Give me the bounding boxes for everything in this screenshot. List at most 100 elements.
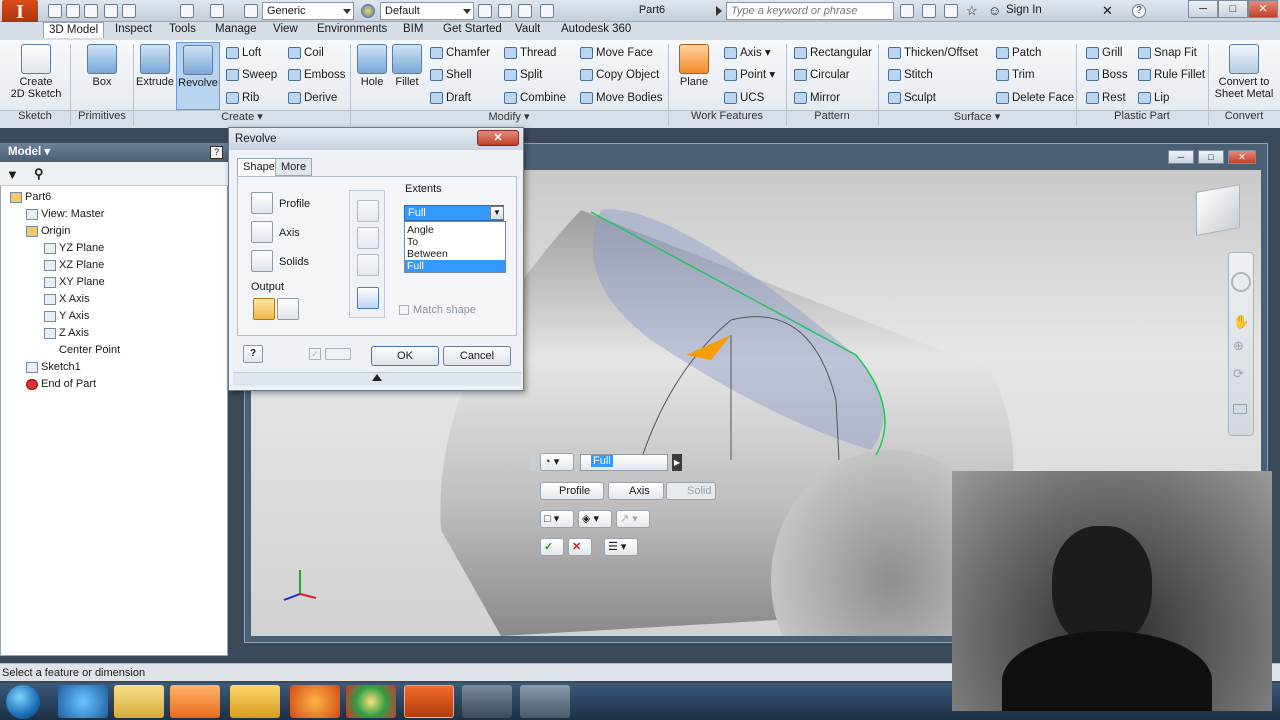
lip-button[interactable]: Lip <box>1136 89 1169 107</box>
maximize-button[interactable]: □ <box>1218 0 1248 18</box>
new-icon[interactable] <box>48 4 62 18</box>
tree-item-view-master[interactable]: View: Master <box>26 206 104 223</box>
graphics-minimize-button[interactable]: ─ <box>1168 150 1194 164</box>
tree-item-part6[interactable]: Part6 <box>10 189 51 206</box>
output-solid-icon[interactable] <box>253 298 275 320</box>
model-browser-header[interactable]: Model ▾ <box>0 143 228 162</box>
ok-check-icon[interactable]: ✓ <box>540 538 564 556</box>
hole-button[interactable]: Hole <box>355 44 389 88</box>
coil-button[interactable]: Coil <box>286 44 324 62</box>
rib-button[interactable]: Rib <box>224 89 259 107</box>
mini-axis-button[interactable]: Axis <box>608 482 664 500</box>
convert-sheet-metal-button[interactable]: Convert to Sheet Metal <box>1210 44 1278 100</box>
tab-view[interactable]: View <box>268 22 303 38</box>
rest-button[interactable]: Rest <box>1084 89 1126 107</box>
cancel-x-icon[interactable]: ✕ <box>568 538 592 556</box>
tree-item-xy-plane[interactable]: XY Plane <box>44 274 105 291</box>
taskbar-media-icon[interactable] <box>170 685 220 718</box>
panel-label-surface[interactable]: Surface ▾ <box>878 110 1076 123</box>
grill-button[interactable]: Grill <box>1084 44 1122 62</box>
thread-button[interactable]: Thread <box>502 44 556 62</box>
tree-item-yz-plane[interactable]: YZ Plane <box>44 240 104 257</box>
tree-item-z-axis[interactable]: Z Axis <box>44 325 89 342</box>
tools-icon[interactable] <box>922 4 936 18</box>
revolve-option-dropdown[interactable]: ◔ ▾ <box>540 453 574 471</box>
revolve-button[interactable]: Revolve <box>176 42 220 110</box>
patch-button[interactable]: Patch <box>994 44 1041 62</box>
apply-arrow-icon[interactable]: ▶ <box>672 454 682 471</box>
plane-button[interactable]: Plane <box>676 44 712 88</box>
expand-arrow-icon[interactable] <box>716 6 722 16</box>
fx-icon[interactable] <box>518 4 532 18</box>
taskbar-chrome-icon[interactable] <box>346 685 396 718</box>
chamfer-button[interactable]: Chamfer <box>428 44 490 62</box>
sign-in-link[interactable]: Sign In <box>1006 4 1042 16</box>
tab-tools[interactable]: Tools <box>164 22 201 38</box>
profile-select-icon[interactable] <box>251 192 273 214</box>
stitch-button[interactable]: Stitch <box>886 66 933 84</box>
look-at-icon[interactable] <box>1233 404 1247 414</box>
extrude-button[interactable]: Extrude <box>135 44 175 88</box>
tab-get-started[interactable]: Get Started <box>438 22 507 38</box>
app-menu-button[interactable]: I <box>2 0 38 24</box>
help-small-icon[interactable]: ? <box>210 146 223 159</box>
box-button[interactable]: Box <box>80 44 124 88</box>
customize-icon[interactable] <box>540 4 554 18</box>
option-to[interactable]: To <box>405 236 505 248</box>
loft-button[interactable]: Loft <box>224 44 261 62</box>
sweep-button[interactable]: Sweep <box>224 66 277 84</box>
trim-button[interactable]: Trim <box>994 66 1035 84</box>
fillet-button[interactable]: Fillet <box>390 44 424 88</box>
communication-icon[interactable] <box>944 4 958 18</box>
tree-item-xz-plane[interactable]: XZ Plane <box>44 257 104 274</box>
new-solid-icon[interactable] <box>357 287 379 309</box>
move-face-button[interactable]: Move Face <box>578 44 653 62</box>
circular-pattern-button[interactable]: Circular <box>792 66 850 84</box>
search-input[interactable]: Type a keyword or phrase <box>726 2 894 20</box>
snap-fit-button[interactable]: Snap Fit <box>1136 44 1197 62</box>
tab-vault[interactable]: Vault <box>510 22 545 38</box>
ucs-button[interactable]: UCS <box>722 89 764 107</box>
move-bodies-button[interactable]: Move Bodies <box>578 89 662 107</box>
emboss-button[interactable]: Emboss <box>286 66 346 84</box>
taskbar-app2-icon[interactable] <box>462 685 512 718</box>
tree-item-sketch1[interactable]: Sketch1 <box>26 359 81 376</box>
expand-up-icon[interactable] <box>372 374 382 381</box>
tab-autodesk-360[interactable]: Autodesk 360 <box>556 22 636 38</box>
filter-icon[interactable]: ▼ <box>6 167 19 182</box>
boss-button[interactable]: Boss <box>1084 66 1128 84</box>
tab-bim[interactable]: BIM <box>398 22 428 38</box>
start-button[interactable] <box>6 685 40 719</box>
extents-value-field[interactable]: Full <box>580 454 668 471</box>
point-button[interactable]: Point ▾ <box>722 66 775 84</box>
dropdown-arrow-icon[interactable]: ▼ <box>490 206 504 220</box>
more-options-dropdown[interactable]: ☰ ▾ <box>604 538 638 556</box>
mirror-button[interactable]: Mirror <box>792 89 840 107</box>
tree-item-x-axis[interactable]: X Axis <box>44 291 90 308</box>
material-select[interactable]: Generic <box>262 2 354 20</box>
split-button[interactable]: Split <box>502 66 542 84</box>
find-icon[interactable]: ⚲ <box>34 166 44 182</box>
redo-icon[interactable] <box>122 4 136 18</box>
combine-button[interactable]: Combine <box>502 89 566 107</box>
solids-select-icon[interactable] <box>251 250 273 272</box>
mini-profile-button[interactable]: Profile <box>540 482 604 500</box>
dialog-close-button[interactable]: ✕ <box>477 130 519 146</box>
panel-label-modify[interactable]: Modify ▾ <box>350 110 668 123</box>
axis-select-icon[interactable] <box>251 221 273 243</box>
rectangular-pattern-button[interactable]: Rectangular <box>792 44 872 62</box>
dialog-help-icon[interactable]: ? <box>243 345 263 363</box>
close-x-icon[interactable]: ✕ <box>1102 4 1116 18</box>
extents-select[interactable]: Full <box>404 205 504 221</box>
tree-item-y-axis[interactable]: Y Axis <box>44 308 89 325</box>
sculpt-button[interactable]: Sculpt <box>886 89 936 107</box>
axis-button[interactable]: Axis ▾ <box>722 44 771 62</box>
delete-face-button[interactable]: Delete Face <box>994 89 1074 107</box>
tab-more[interactable]: More <box>275 158 313 176</box>
zoom-icon[interactable]: ⊕ <box>1233 338 1244 354</box>
favorites-icon[interactable]: ☆ <box>966 4 980 18</box>
operation-dropdown[interactable]: ◈ ▾ <box>578 510 612 528</box>
ok-button[interactable]: OK <box>371 346 439 366</box>
rule-fillet-button[interactable]: Rule Fillet <box>1136 66 1205 84</box>
taskbar-app-icon[interactable] <box>230 685 280 718</box>
